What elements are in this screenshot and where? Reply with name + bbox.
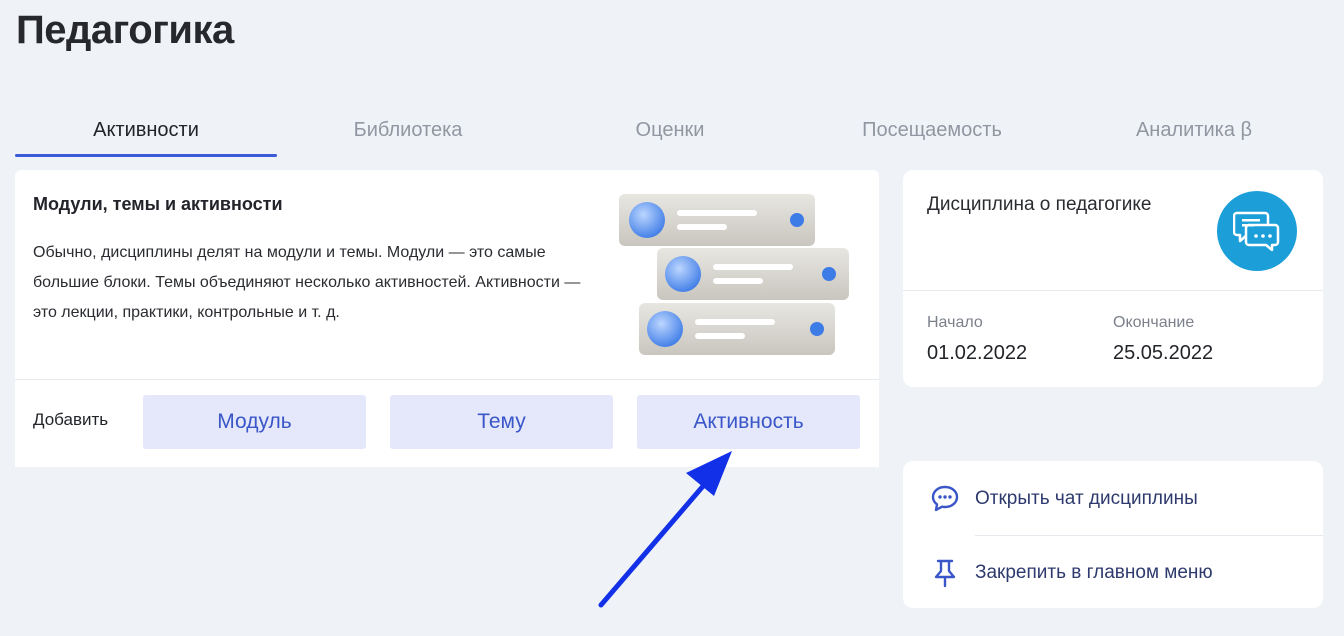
add-label: Добавить [33, 410, 109, 429]
active-tab-indicator [15, 154, 277, 157]
tab-activities[interactable]: Активности [15, 103, 277, 157]
discipline-actions-card: Открыть чат дисциплины Закрепить в главн… [903, 461, 1323, 608]
add-activity-button[interactable]: Активность [637, 395, 860, 449]
tab-bar: Активности Библиотека Оценки Посещаемост… [15, 103, 1325, 157]
discipline-title: Дисциплина о педагогике [927, 194, 1152, 215]
info-divider [903, 290, 1323, 291]
tab-attendance[interactable]: Посещаемость [801, 103, 1063, 157]
pin-icon [929, 557, 961, 589]
start-date-label: Начало [927, 314, 983, 331]
page: Педагогика Активности Библиотека Оценки … [0, 0, 1344, 636]
chat-bubbles-icon [1217, 191, 1297, 271]
modules-card-divider [15, 379, 879, 380]
modules-card-title: Модули, темы и активности [33, 194, 283, 214]
modules-illustration [619, 194, 849, 355]
discipline-info-card: Дисциплина о педагогике Начало 01.02.202… [903, 170, 1323, 387]
end-date-value: 25.05.2022 [1113, 342, 1214, 364]
tab-library[interactable]: Библиотека [277, 103, 539, 157]
pin-to-menu-action[interactable]: Закрепить в главном меню [903, 537, 1323, 609]
tab-grades[interactable]: Оценки [539, 103, 801, 157]
add-module-button[interactable]: Модуль [143, 395, 366, 449]
modules-card-description: Обычно, дисциплины делят на модули и тем… [33, 244, 581, 321]
page-title: Педагогика [16, 8, 234, 52]
modules-card: Модули, темы и активности Обычно, дисцип… [15, 170, 879, 467]
pin-to-menu-label: Закрепить в главном меню [975, 562, 1213, 583]
add-topic-button[interactable]: Тему [390, 395, 613, 449]
chat-icon [929, 483, 961, 515]
end-date-label: Окончание [1113, 314, 1195, 331]
start-date-value: 01.02.2022 [927, 342, 1028, 364]
open-chat-action[interactable]: Открыть чат дисциплины [903, 463, 1323, 535]
open-chat-label: Открыть чат дисциплины [975, 488, 1198, 509]
actions-divider [975, 535, 1323, 536]
tab-analytics[interactable]: Аналитика β [1063, 103, 1325, 157]
